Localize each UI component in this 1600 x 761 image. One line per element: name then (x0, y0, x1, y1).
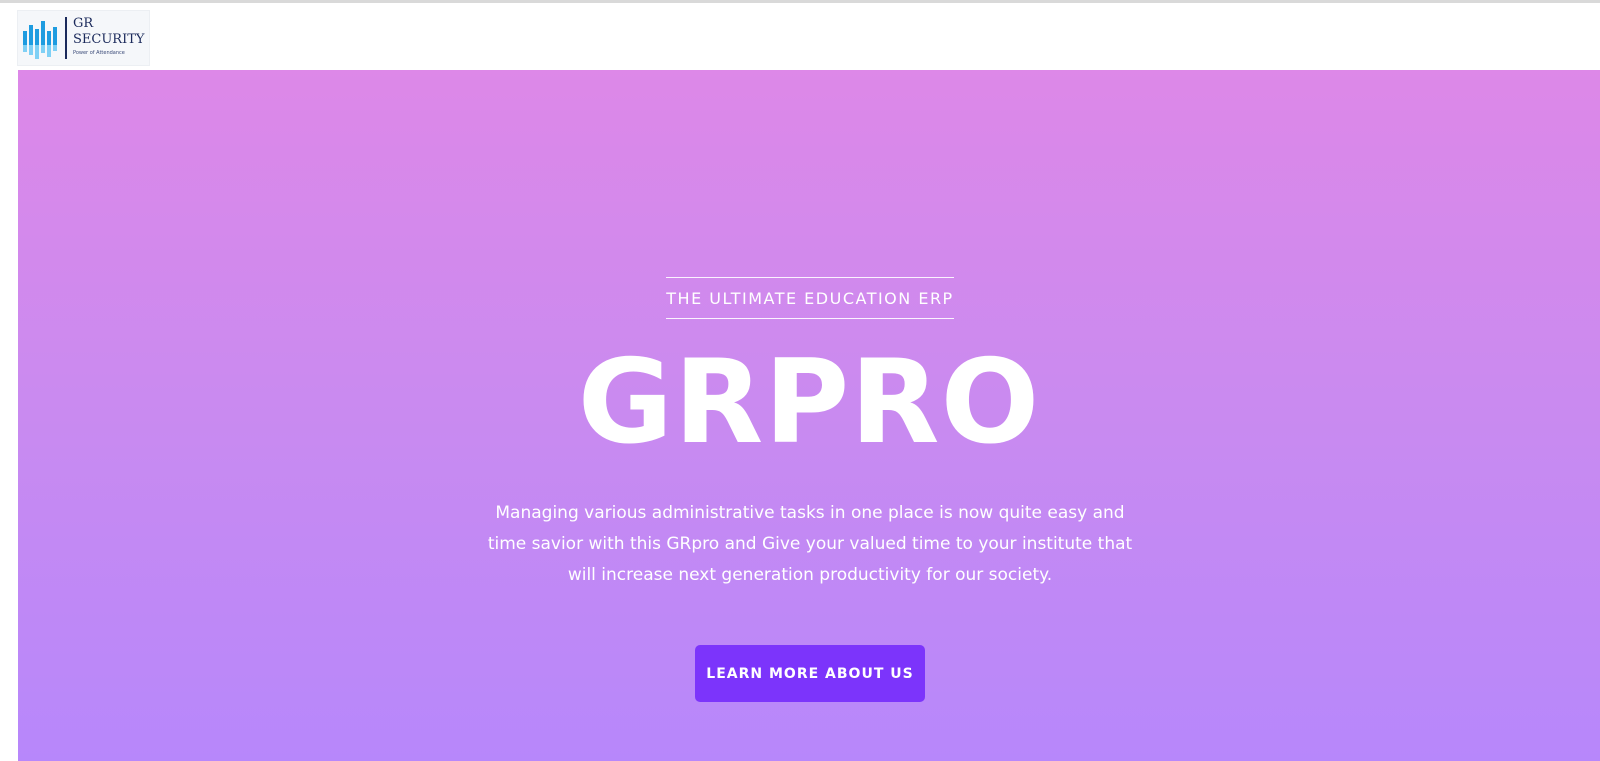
gr-security-logo[interactable]: GR SECURITY Power of Attendance (17, 10, 150, 66)
logo-tagline: Power of Attendance (73, 50, 125, 56)
hero-description: Managing various administrative tasks in… (487, 503, 1133, 585)
eyebrow-frame: THE ULTIMATE EDUCATION ERP (666, 277, 954, 319)
logo-text-gr: GR (73, 16, 94, 31)
left-gutter (0, 70, 18, 761)
hero-section: THE ULTIMATE EDUCATION ERP GRPRO Managin… (18, 70, 1600, 761)
logo-text-security: SECURITY (73, 32, 145, 47)
site-header: GR SECURITY Power of Attendance (0, 3, 1600, 70)
bar-chart-logo-icon (23, 21, 57, 59)
hero-eyebrow: THE ULTIMATE EDUCATION ERP (666, 288, 954, 308)
logo-divider (65, 17, 67, 59)
hero-title: GRPRO (577, 335, 1041, 470)
learn-more-button[interactable]: LEARN MORE ABOUT US (695, 645, 925, 702)
